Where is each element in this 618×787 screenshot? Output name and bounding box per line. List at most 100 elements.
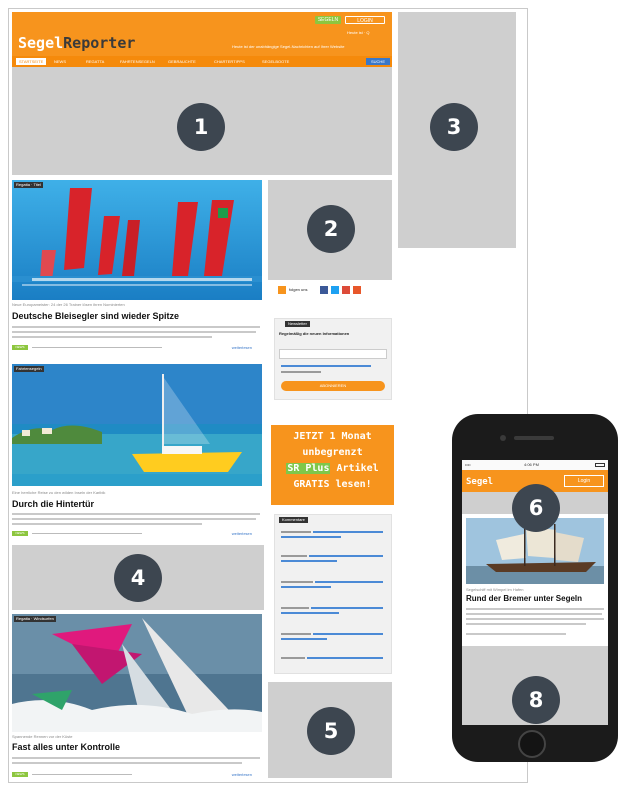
comment-link[interactable]	[313, 633, 383, 635]
article-3-caption: Spannende Rennen vor der Küste	[12, 734, 73, 739]
article-1-caption: Neue Europameister: 24 der 26 Trainer lö…	[12, 302, 125, 307]
article-2-more-link[interactable]: weiterlesen	[232, 531, 252, 536]
comment-link[interactable]	[281, 586, 331, 588]
comments-title: Kommentare	[279, 517, 308, 523]
battery-icon	[595, 463, 605, 467]
article-2-teaser-line	[12, 523, 202, 525]
rss-icon[interactable]	[278, 286, 286, 294]
newsletter-widget: Newsletter Regelmäßig die neuen Informat…	[274, 318, 392, 400]
header-topline: Heute ist · Q	[347, 30, 370, 35]
sailing-yacht-illustration	[12, 364, 262, 486]
status-time: 4:06 PM	[524, 462, 539, 467]
comment-link[interactable]	[281, 536, 341, 538]
nav-item-chartertipps[interactable]: CHARTERTIPPS	[214, 58, 245, 65]
article-1-headline[interactable]: Deutsche Bleisegler sind wieder Spitze	[12, 311, 179, 321]
article-2-category-tag[interactable]: Fahrtensegeln	[14, 366, 44, 372]
mobile-teaser-line	[466, 613, 602, 615]
phone-top-bezel	[452, 414, 618, 460]
comment-link[interactable]	[311, 607, 383, 609]
mobile-article-headline[interactable]: Rund der Bremer unter Segeln	[466, 594, 582, 603]
mail-icon[interactable]	[353, 286, 361, 294]
windsurf-illustration	[12, 614, 262, 732]
promo-line-3-rest: Artikel	[330, 463, 379, 474]
promo-line-3: SR Plus Artikel	[271, 463, 394, 474]
article-3-badge[interactable]: NEWS	[12, 772, 28, 777]
home-button[interactable]	[518, 730, 546, 758]
article-3-headline[interactable]: Fast alles unter Kontrolle	[12, 742, 120, 752]
article-1-teaser-line	[12, 331, 256, 333]
newsletter-subscribe-button[interactable]: ABONNIEREN	[281, 381, 385, 391]
article-2-image[interactable]: Fahrtensegeln	[12, 364, 262, 486]
article-2-badge[interactable]: NEWS	[12, 531, 28, 536]
comment-author	[281, 581, 313, 583]
mobile-meta-line	[466, 633, 566, 635]
article-2-meta: NEWS weiterlesen	[12, 531, 252, 536]
nav-item-fahrtensegeln[interactable]: FAHRTENSEGELN	[120, 58, 155, 65]
facebook-icon[interactable]	[320, 286, 328, 294]
article-1-badge[interactable]: NEWS	[12, 345, 28, 350]
article-3-meta-text	[32, 774, 132, 776]
article-1-teaser-line	[12, 336, 212, 338]
comment-link[interactable]	[281, 560, 337, 562]
header-login-button[interactable]: LOGIN	[345, 16, 385, 24]
marker-2: 2	[307, 205, 355, 253]
article-2-teaser-line	[12, 518, 256, 520]
comment-link[interactable]	[313, 531, 383, 533]
carrier-signal: ••••	[465, 462, 471, 467]
camera-icon	[500, 435, 506, 441]
header-segeln-button[interactable]: SEGELN	[315, 16, 341, 24]
phone-status-bar: •••• 4:06 PM	[462, 460, 608, 470]
article-2-headline[interactable]: Durch die Hintertür	[12, 499, 94, 509]
nav-item-news[interactable]: NEWS	[54, 58, 66, 65]
comment-link[interactable]	[281, 638, 327, 640]
newsletter-title: Newsletter	[285, 321, 310, 327]
comment-author	[281, 633, 311, 635]
comments-widget: Kommentare	[274, 514, 392, 674]
nav-item-start[interactable]: STARTSEITE	[16, 58, 47, 65]
comment-link[interactable]	[315, 581, 383, 583]
newsletter-email-input[interactable]	[279, 349, 387, 359]
article-3-image[interactable]: Regatta · Windsurfen	[12, 614, 262, 732]
speaker-grille	[514, 436, 554, 440]
article-3-category-tag[interactable]: Regatta · Windsurfen	[14, 616, 56, 622]
marker-5: 5	[307, 707, 355, 755]
mobile-article-caption: Segelschiff mit Wimpel im Hafen	[466, 587, 524, 592]
comment-author	[281, 607, 309, 609]
catamaran-regatta-illustration	[12, 180, 262, 300]
article-2-caption: Eine herrliche Reise zu den wilden Insel…	[12, 490, 106, 495]
nav-item-gebrauchte[interactable]: GEBRAUCHTE	[168, 58, 196, 65]
mobile-teaser-line	[466, 618, 604, 620]
article-3-teaser-line	[12, 757, 260, 759]
mobile-teaser-line	[466, 608, 604, 610]
article-1-image[interactable]: Regatta · Titel	[12, 180, 262, 300]
marker-4: 4	[114, 554, 162, 602]
article-1-teaser-line	[12, 326, 260, 328]
mobile-teaser-line	[466, 623, 586, 625]
mobile-login-button[interactable]: Login	[564, 475, 604, 487]
newsletter-privacy-link[interactable]	[281, 365, 371, 367]
mobile-logo[interactable]: Segel	[466, 477, 493, 487]
comment-author	[281, 531, 311, 533]
nav-item-regatta[interactable]: REGATTA	[86, 58, 104, 65]
marker-3: 3	[430, 103, 478, 151]
comment-link[interactable]	[307, 657, 383, 659]
article-1-meta: NEWS weiterlesen	[12, 345, 252, 350]
promo-banner[interactable]: JETZT 1 Monat unbegrenzt SR Plus Artikel…	[271, 425, 394, 505]
article-3-meta: NEWS weiterlesen	[12, 772, 252, 777]
site-logo[interactable]: SegelReporter	[18, 34, 135, 52]
article-3-more-link[interactable]: weiterlesen	[232, 772, 252, 777]
article-1-more-link[interactable]: weiterlesen	[232, 345, 252, 350]
logo-part-2: Reporter	[63, 34, 136, 52]
logo-part-1: Segel	[18, 34, 64, 52]
comment-link[interactable]	[309, 555, 383, 557]
marker-1: 1	[177, 103, 225, 151]
googleplus-icon[interactable]	[342, 286, 350, 294]
twitter-icon[interactable]	[331, 286, 339, 294]
newsletter-text: Regelmäßig die neuen Informationen	[279, 331, 350, 336]
comment-author	[281, 555, 307, 557]
promo-highlight: SR Plus	[286, 463, 331, 474]
nav-search-button[interactable]: SUCHE	[366, 58, 390, 65]
nav-item-segelboote[interactable]: SEGELBOOTE	[262, 58, 289, 65]
comment-link[interactable]	[281, 612, 339, 614]
article-1-category-tag[interactable]: Regatta · Titel	[14, 182, 43, 188]
